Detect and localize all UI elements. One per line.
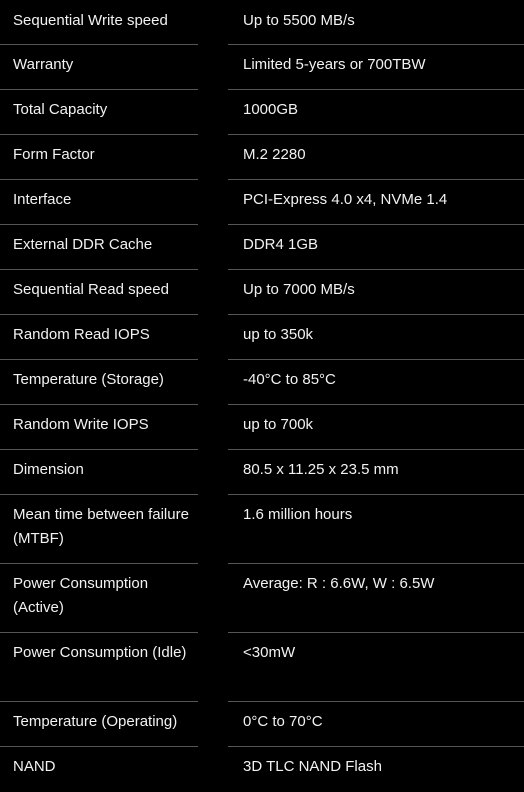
spec-label: Sequential Read speed <box>0 270 198 315</box>
spec-label: Random Write IOPS <box>0 405 198 450</box>
spec-label: External DDR Cache <box>0 225 198 270</box>
spec-row: Temperature (Storage) -40°C to 85°C <box>0 360 524 405</box>
spec-label: Dimension <box>0 450 198 495</box>
spec-value: 1000GB <box>228 90 524 135</box>
spec-label: Random Read IOPS <box>0 315 198 360</box>
spec-row: Temperature (Operating) 0°C to 70°C <box>0 702 524 747</box>
spec-value: up to 350k <box>228 315 524 360</box>
spec-value: Limited 5-years or 700TBW <box>228 45 524 90</box>
spec-value: -40°C to 85°C <box>228 360 524 405</box>
spec-row: NAND 3D TLC NAND Flash <box>0 747 524 792</box>
spec-value: up to 700k <box>228 405 524 450</box>
spec-value: Average: R : 6.6W, W : 6.5W <box>228 564 524 633</box>
spec-row: Interface PCI-Express 4.0 x4, NVMe 1.4 <box>0 180 524 225</box>
spec-label: Temperature (Storage) <box>0 360 198 405</box>
spec-value: 3D TLC NAND Flash <box>243 758 382 775</box>
spec-row: Mean time between failure (MTBF) 1.6 mil… <box>0 495 524 564</box>
spec-label: Form Factor <box>0 135 198 180</box>
spec-row: Total Capacity 1000GB <box>0 90 524 135</box>
spec-label: Power Consumption (Idle) <box>0 633 198 702</box>
spec-row: Warranty Limited 5-years or 700TBW <box>0 45 524 90</box>
spec-value: PCI-Express 4.0 x4, NVMe 1.4 <box>228 180 524 225</box>
spec-row: Random Write IOPS up to 700k <box>0 405 524 450</box>
spec-row: Power Consumption (Idle) <30mW <box>0 633 524 702</box>
spec-label: Total Capacity <box>0 90 198 135</box>
spec-label: Power Consumption (Active) <box>0 564 198 633</box>
spec-value: Up to 5500 MB/s <box>228 0 524 45</box>
spec-value: M.2 2280 <box>228 135 524 180</box>
spec-row: Sequential Read speed Up to 7000 MB/s <box>0 270 524 315</box>
spec-value: 1.6 million hours <box>228 495 524 564</box>
spec-row: Power Consumption (Active) Average: R : … <box>0 564 524 633</box>
spec-row: External DDR Cache DDR4 1GB <box>0 225 524 270</box>
spec-label: Mean time between failure (MTBF) <box>0 495 198 564</box>
spec-row: Form Factor M.2 2280 <box>0 135 524 180</box>
spec-value: <30mW <box>228 633 524 702</box>
spec-table: Sequential Write speed Up to 5500 MB/s W… <box>0 0 524 792</box>
spec-label: NAND <box>13 758 56 775</box>
spec-row: Dimension 80.5 x 11.25 x 23.5 mm <box>0 450 524 495</box>
spec-value: DDR4 1GB <box>228 225 524 270</box>
spec-value: 80.5 x 11.25 x 23.5 mm <box>228 450 524 495</box>
spec-row: Random Read IOPS up to 350k <box>0 315 524 360</box>
spec-label: Sequential Write speed <box>0 0 198 45</box>
spec-label: Interface <box>0 180 198 225</box>
spec-value: 0°C to 70°C <box>228 702 524 747</box>
spec-label: Warranty <box>0 45 198 90</box>
spec-value: Up to 7000 MB/s <box>228 270 524 315</box>
spec-row: Sequential Write speed Up to 5500 MB/s <box>0 0 524 45</box>
spec-label: Temperature (Operating) <box>0 702 198 747</box>
